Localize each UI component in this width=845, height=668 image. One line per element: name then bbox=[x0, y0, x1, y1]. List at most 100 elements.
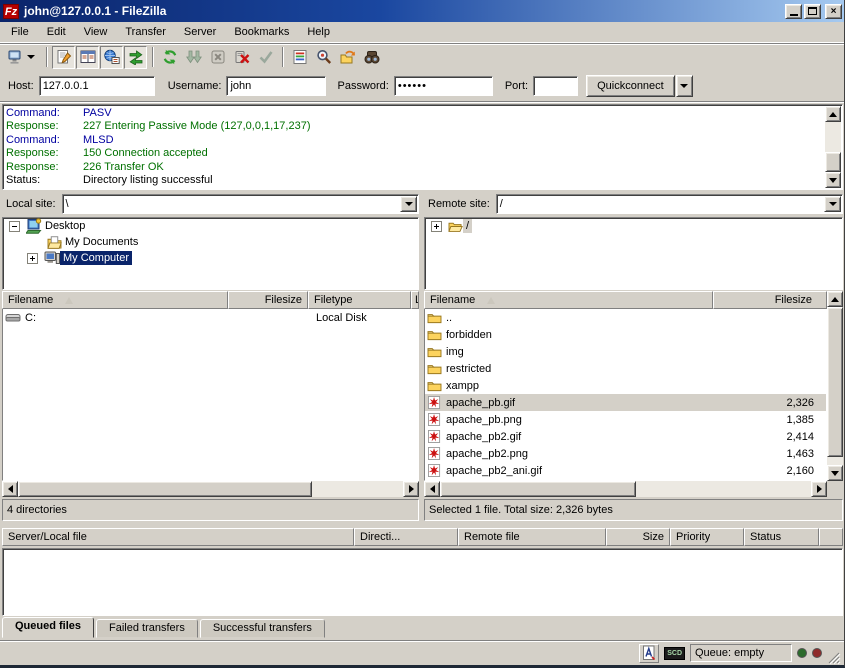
tree-item-root[interactable]: / bbox=[425, 218, 842, 234]
file-row[interactable]: apache_pb2.gif2,414 bbox=[425, 428, 826, 445]
file-row[interactable]: xampp bbox=[425, 377, 826, 394]
reconnect-button[interactable] bbox=[254, 46, 277, 69]
menu-bookmarks[interactable]: Bookmarks bbox=[225, 23, 298, 41]
refresh-button[interactable] bbox=[158, 46, 181, 69]
local-file-list[interactable]: C: Local Disk bbox=[2, 309, 419, 481]
scrollbar-thumb[interactable] bbox=[825, 152, 841, 172]
toggle-local-tree-button[interactable] bbox=[76, 46, 99, 69]
remote-hscrollbar[interactable] bbox=[424, 481, 827, 497]
column-priority[interactable]: Priority bbox=[670, 528, 744, 546]
file-row[interactable]: .. bbox=[425, 309, 826, 326]
username-input[interactable] bbox=[226, 76, 326, 96]
log-scrollbar[interactable] bbox=[825, 106, 841, 188]
column-filesize[interactable]: Filesize bbox=[713, 291, 827, 309]
toggle-transfer-queue-button[interactable] bbox=[124, 46, 147, 69]
collapse-icon[interactable] bbox=[9, 221, 20, 232]
file-row[interactable]: apache_pb2_ani.gif2,160 bbox=[425, 462, 826, 479]
toggle-message-log-button[interactable] bbox=[52, 46, 75, 69]
menu-transfer[interactable]: Transfer bbox=[116, 23, 175, 41]
column-last-modified[interactable]: L bbox=[411, 291, 419, 309]
column-server-local-file[interactable]: Server/Local file bbox=[2, 528, 354, 546]
file-row[interactable]: forbidden bbox=[425, 326, 826, 343]
image-file-icon bbox=[427, 464, 442, 477]
remote-vscrollbar[interactable] bbox=[827, 291, 843, 481]
scrollbar-thumb[interactable] bbox=[18, 481, 312, 497]
column-filename[interactable]: Filename bbox=[424, 291, 713, 309]
column-filesize[interactable]: Filesize bbox=[228, 291, 308, 309]
quickconnect-dropdown-button[interactable] bbox=[676, 75, 693, 97]
find-files-button[interactable] bbox=[360, 46, 383, 69]
remote-directory-tree[interactable]: / bbox=[424, 217, 843, 290]
ascii-data-type-indicator[interactable] bbox=[639, 644, 659, 663]
remote-site-dropdown-button[interactable] bbox=[824, 196, 841, 212]
close-button[interactable]: × bbox=[825, 4, 842, 19]
tree-item-my-documents[interactable]: My Documents bbox=[3, 234, 418, 250]
local-site-combo[interactable]: \ bbox=[62, 194, 419, 214]
title-bar[interactable]: Fz john@127.0.0.1 - FileZilla × bbox=[0, 0, 845, 22]
column-direction[interactable]: Directi... bbox=[354, 528, 458, 546]
file-row[interactable]: restricted bbox=[425, 360, 826, 377]
queue-list[interactable] bbox=[2, 548, 843, 616]
scroll-right-button[interactable] bbox=[403, 481, 419, 497]
file-row[interactable]: apache_pb2.png1,463 bbox=[425, 445, 826, 462]
local-hscrollbar[interactable] bbox=[2, 481, 419, 497]
maximize-button[interactable] bbox=[804, 4, 821, 19]
column-status[interactable]: Status bbox=[744, 528, 819, 546]
scroll-right-button[interactable] bbox=[811, 481, 827, 497]
column-filetype[interactable]: Filetype bbox=[308, 291, 411, 309]
scroll-down-button[interactable] bbox=[827, 465, 843, 481]
menu-help[interactable]: Help bbox=[298, 23, 339, 41]
menu-view[interactable]: View bbox=[75, 23, 117, 41]
directory-filters-button[interactable] bbox=[288, 46, 311, 69]
remote-site-combo[interactable]: / bbox=[496, 194, 843, 214]
file-row[interactable]: C: Local Disk bbox=[3, 309, 418, 326]
local-site-dropdown-button[interactable] bbox=[400, 196, 417, 212]
message-log[interactable]: Command:PASV Response:227 Entering Passi… bbox=[2, 104, 843, 190]
scroll-down-button[interactable] bbox=[825, 172, 841, 188]
scroll-up-button[interactable] bbox=[825, 106, 841, 122]
menu-edit[interactable]: Edit bbox=[38, 23, 75, 41]
host-input[interactable] bbox=[39, 76, 155, 96]
tab-failed-transfers[interactable]: Failed transfers bbox=[96, 619, 198, 638]
remote-file-list[interactable]: .. forbidden img restricted xampp apache… bbox=[424, 309, 827, 481]
sort-ascending-icon bbox=[487, 297, 495, 304]
menu-server[interactable]: Server bbox=[175, 23, 225, 41]
disconnect-button[interactable] bbox=[230, 46, 253, 69]
scroll-left-button[interactable] bbox=[2, 481, 18, 497]
tree-item-my-computer[interactable]: My Computer bbox=[3, 250, 418, 266]
password-input[interactable] bbox=[394, 76, 493, 96]
menu-file[interactable]: File bbox=[2, 23, 38, 41]
port-input[interactable] bbox=[533, 76, 578, 96]
scroll-left-button[interactable] bbox=[424, 481, 440, 497]
filezilla-logo-icon: Fz bbox=[3, 4, 19, 19]
column-remote-file[interactable]: Remote file bbox=[458, 528, 606, 546]
file-row-selected[interactable]: apache_pb.gif2,326 bbox=[425, 394, 826, 411]
file-row[interactable]: img bbox=[425, 343, 826, 360]
tab-successful-transfers[interactable]: Successful transfers bbox=[200, 619, 325, 638]
tab-queued-files[interactable]: Queued files bbox=[2, 617, 94, 638]
column-filename[interactable]: Filename bbox=[2, 291, 228, 309]
minimize-button[interactable] bbox=[785, 4, 802, 19]
scrollbar-thumb[interactable] bbox=[827, 307, 843, 457]
scrollbar-thumb[interactable] bbox=[440, 481, 636, 497]
process-queue-button[interactable] bbox=[182, 46, 205, 69]
expand-icon[interactable] bbox=[431, 221, 442, 232]
toggle-remote-tree-button[interactable] bbox=[100, 46, 123, 69]
synchronized-browsing-button[interactable] bbox=[336, 46, 359, 69]
resize-grip[interactable] bbox=[827, 651, 841, 665]
expand-icon[interactable] bbox=[27, 253, 38, 264]
scroll-up-button[interactable] bbox=[827, 291, 843, 307]
local-directory-tree[interactable]: Desktop My Documents My Computer bbox=[2, 217, 419, 290]
file-row[interactable]: apache_pb.png1,385 bbox=[425, 411, 826, 428]
quickconnect-button[interactable]: Quickconnect bbox=[586, 75, 675, 97]
arrow-up-icon bbox=[829, 112, 837, 117]
refresh-icon bbox=[162, 49, 178, 65]
cancel-operation-button[interactable] bbox=[206, 46, 229, 69]
log-line: Response:226 Transfer OK bbox=[6, 161, 824, 174]
tree-item-desktop[interactable]: Desktop bbox=[3, 218, 418, 234]
file-search-button[interactable] bbox=[312, 46, 335, 69]
log-line: Command:PASV bbox=[6, 107, 824, 120]
column-size[interactable]: Size bbox=[606, 528, 670, 546]
site-manager-button[interactable] bbox=[4, 46, 41, 69]
sort-ascending-icon bbox=[65, 297, 73, 304]
